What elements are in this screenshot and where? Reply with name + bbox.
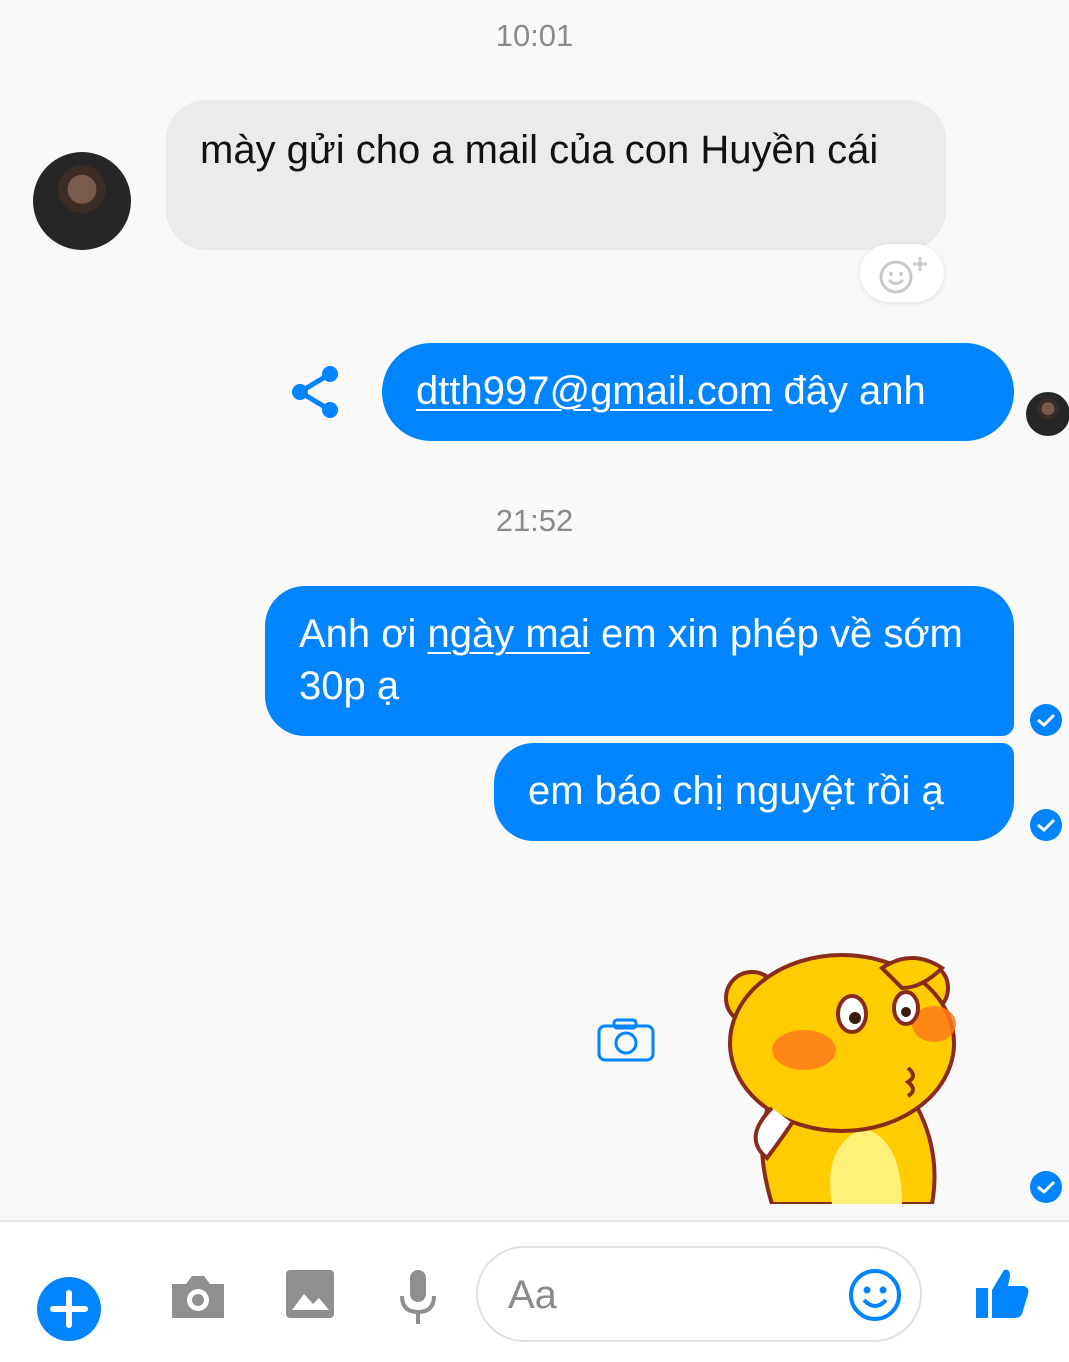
composer-bar: Aa: [0, 1220, 1069, 1362]
sticker[interactable]: [712, 948, 970, 1204]
message-text: Anh ơi: [299, 612, 428, 656]
voice-button[interactable]: [396, 1266, 440, 1330]
share-button[interactable]: [288, 362, 344, 422]
plus-circle-icon: [37, 1277, 101, 1341]
seen-indicator: [1030, 704, 1062, 736]
timestamp: 10:01: [495, 18, 574, 53]
emoji-button[interactable]: [846, 1266, 904, 1324]
like-button[interactable]: [970, 1260, 1034, 1324]
outgoing-message[interactable]: em báo chị nguyệt rồi ạ: [494, 743, 1014, 841]
image-icon: [286, 1270, 334, 1318]
read-receipt-avatar: [1026, 392, 1069, 436]
outgoing-message[interactable]: dtth997@gmail.com đây anh: [382, 343, 1014, 441]
email-link[interactable]: dtth997@gmail.com: [416, 369, 772, 413]
seen-check-icon: [1037, 713, 1056, 728]
microphone-icon: [400, 1270, 436, 1324]
thumbs-up-icon: [976, 1269, 1029, 1318]
seen-indicator: [1030, 1171, 1062, 1203]
avatar[interactable]: [33, 152, 131, 250]
gallery-button[interactable]: [282, 1266, 338, 1322]
camera-reply-button[interactable]: [594, 1014, 658, 1066]
message-input[interactable]: Aa: [476, 1246, 922, 1342]
share-icon: [292, 366, 338, 418]
incoming-message[interactable]: mày gửi cho a mail của con Huyền cái: [166, 100, 946, 250]
camera-button[interactable]: [168, 1266, 228, 1326]
message-input-placeholder: Aa: [508, 1273, 557, 1317]
timestamp: 21:52: [495, 503, 574, 538]
seen-indicator: [1030, 809, 1062, 841]
add-reaction-button[interactable]: [860, 244, 944, 302]
camera-icon: [597, 1018, 655, 1062]
seen-check-icon: [1037, 1180, 1056, 1195]
more-actions-button[interactable]: [22, 1262, 116, 1356]
add-reaction-icon: [879, 257, 927, 294]
emoji-icon: [849, 1269, 901, 1321]
seen-check-icon: [1037, 818, 1056, 833]
date-link[interactable]: ngày mai: [428, 612, 590, 656]
camera-icon: [172, 1276, 224, 1318]
message-text: đây anh: [772, 369, 926, 413]
outgoing-message[interactable]: Anh ơi ngày mai em xin phép về sớm 30p ạ: [265, 586, 1014, 736]
bear-sticker-icon: [724, 953, 956, 1204]
